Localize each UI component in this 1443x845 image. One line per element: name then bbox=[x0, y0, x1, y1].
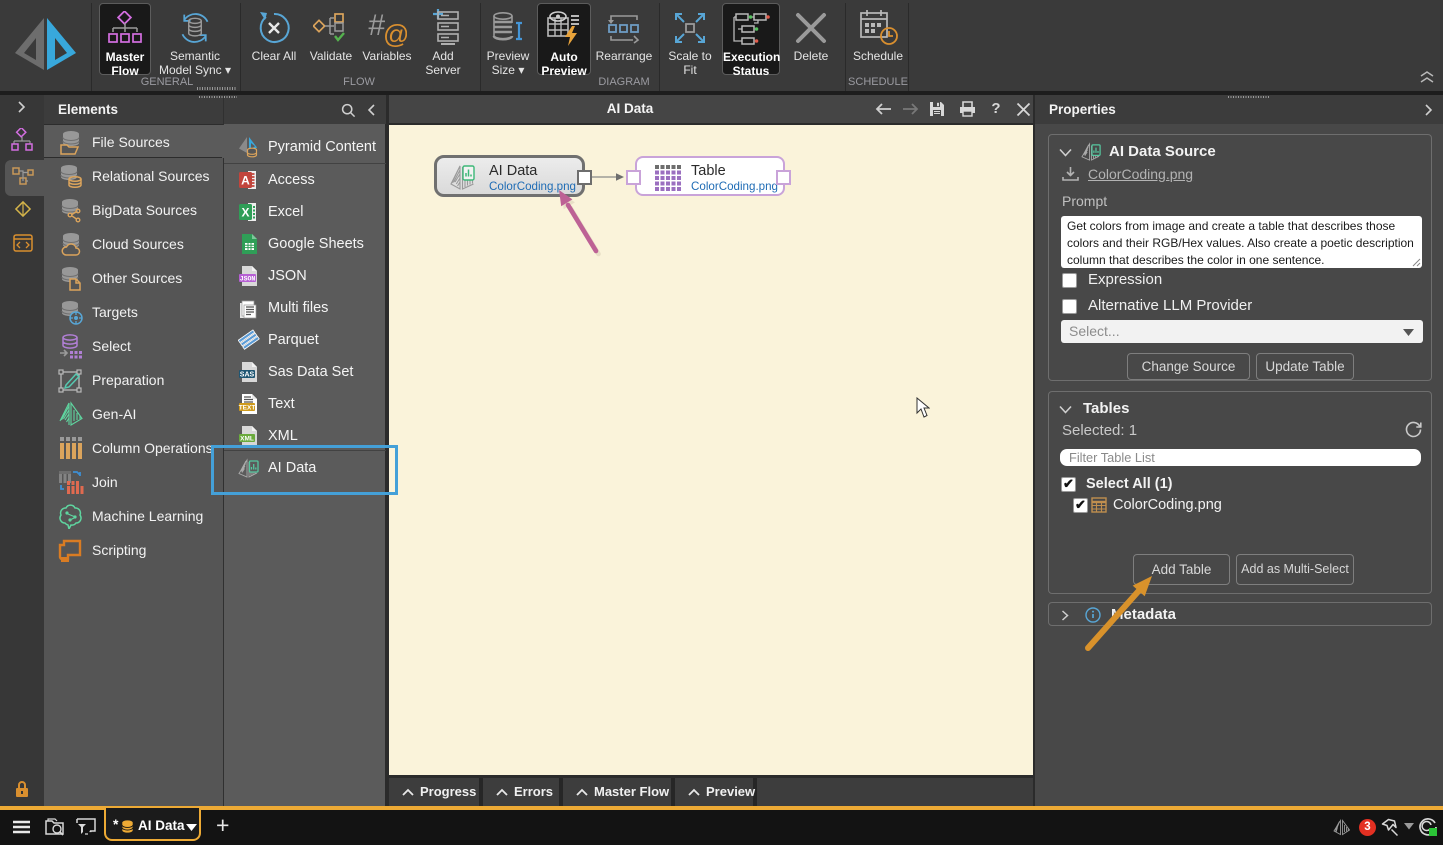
svg-text:@: @ bbox=[383, 19, 407, 47]
svg-text:X: X bbox=[241, 206, 249, 220]
svg-text:A: A bbox=[241, 174, 250, 188]
svg-text:JSON: JSON bbox=[240, 275, 256, 282]
svg-text:TEXT: TEXT bbox=[239, 404, 256, 411]
svg-text:XML: XML bbox=[240, 435, 254, 442]
svg-text:SAS: SAS bbox=[240, 371, 255, 378]
